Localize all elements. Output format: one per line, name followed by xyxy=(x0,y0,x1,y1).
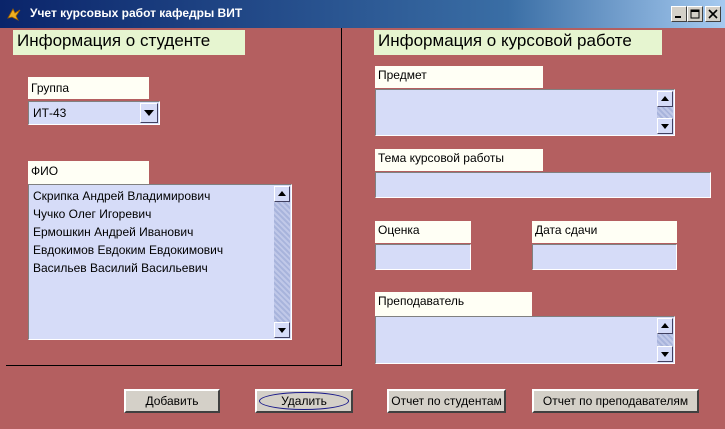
close-button[interactable] xyxy=(705,6,721,22)
list-item[interactable]: Чучко Олег Игоревич xyxy=(30,205,223,223)
grade-label: Оценка xyxy=(375,221,471,243)
student-list-items: Скрипка Андрей Владимирович Чучко Олег И… xyxy=(30,187,223,277)
student-panel-border-bottom xyxy=(6,365,342,366)
chevron-down-icon xyxy=(144,110,154,116)
coursework-section-heading: Информация о курсовой работе xyxy=(374,30,662,55)
close-icon xyxy=(708,9,718,19)
arrow-down-icon xyxy=(661,124,669,129)
subject-scrollbar[interactable] xyxy=(657,91,673,134)
scroll-up-button[interactable] xyxy=(657,91,673,107)
group-label: Группа xyxy=(28,77,149,99)
student-section-heading: Информация о студенте xyxy=(13,30,245,55)
teacher-label: Преподаватель xyxy=(375,292,532,316)
student-panel-border-right xyxy=(341,28,342,366)
topic-label: Тема курсовой работы xyxy=(375,149,543,171)
group-select[interactable]: ИТ-43 xyxy=(28,101,160,125)
date-label: Дата сдачи xyxy=(532,221,677,243)
teacher-scrollbar[interactable] xyxy=(657,318,673,362)
arrow-up-icon xyxy=(661,323,669,328)
title-bar[interactable]: Учет курсовых работ кафедры ВИТ xyxy=(0,0,725,28)
list-item[interactable]: Васильев Василий Васильевич xyxy=(30,259,223,277)
teacher-field[interactable] xyxy=(375,316,675,364)
list-item[interactable]: Евдокимов Евдоким Евдокимович xyxy=(30,241,223,259)
delete-button-label: Удалить xyxy=(281,394,327,408)
topic-field[interactable] xyxy=(375,172,711,198)
maximize-icon xyxy=(690,9,700,19)
list-item[interactable]: Ермошкин Андрей Иванович xyxy=(30,223,223,241)
arrow-down-icon xyxy=(661,352,669,357)
arrow-down-icon xyxy=(278,328,286,333)
subject-label: Предмет xyxy=(375,66,543,88)
minimize-button[interactable] xyxy=(671,6,687,22)
student-list[interactable]: Скрипка Андрей Владимирович Чучко Олег И… xyxy=(28,184,292,340)
arrow-up-icon xyxy=(278,191,286,196)
grade-field[interactable] xyxy=(375,244,471,270)
arrow-up-icon xyxy=(661,96,669,101)
window-title: Учет курсовых работ кафедры ВИТ xyxy=(30,6,243,20)
app-icon xyxy=(7,8,21,21)
group-dropdown-button[interactable] xyxy=(140,103,158,123)
date-field[interactable] xyxy=(532,244,677,270)
subject-field[interactable] xyxy=(375,89,675,136)
maximize-button[interactable] xyxy=(687,6,703,22)
scroll-up-button[interactable] xyxy=(657,318,673,334)
report-students-button[interactable]: Отчет по студентам xyxy=(387,389,506,413)
fio-label: ФИО xyxy=(28,161,149,184)
student-list-scrollbar[interactable] xyxy=(274,186,290,338)
scroll-up-button[interactable] xyxy=(274,186,290,202)
main-window: Учет курсовых работ кафедры ВИТ Информац… xyxy=(0,0,725,429)
scroll-down-button[interactable] xyxy=(657,346,673,362)
list-item[interactable]: Скрипка Андрей Владимирович xyxy=(30,187,223,205)
scroll-down-button[interactable] xyxy=(274,322,290,338)
report-teachers-button[interactable]: Отчет по преподавателям xyxy=(532,389,699,413)
scroll-down-button[interactable] xyxy=(657,118,673,134)
delete-button[interactable]: Удалить xyxy=(255,389,353,413)
group-select-value: ИТ-43 xyxy=(33,106,67,120)
add-button[interactable]: Добавить xyxy=(124,389,220,413)
minimize-icon xyxy=(675,16,681,18)
